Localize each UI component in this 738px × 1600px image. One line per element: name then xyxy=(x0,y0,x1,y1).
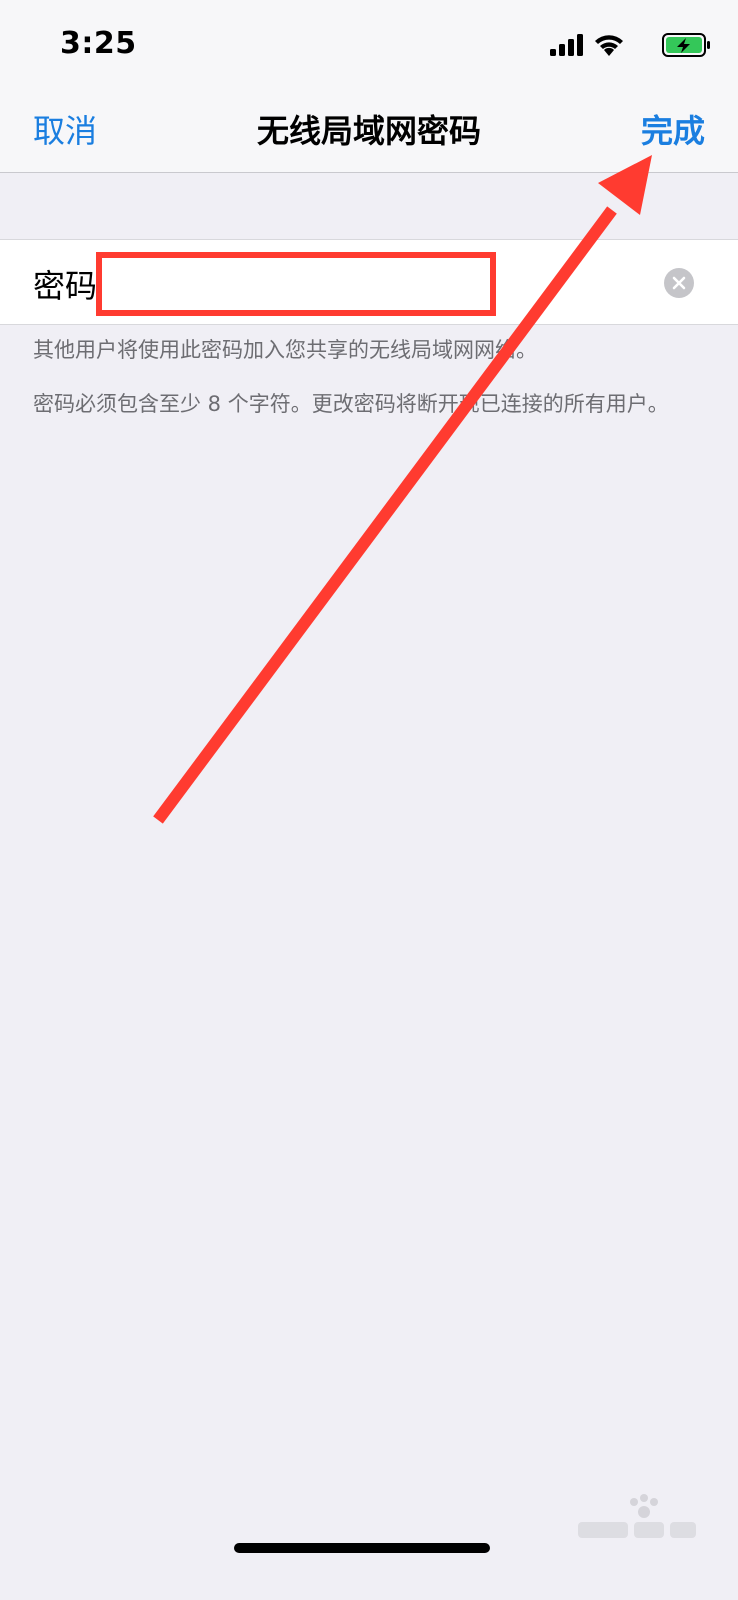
clear-button[interactable] xyxy=(664,268,694,298)
share-info-text: 其他用户将使用此密码加入您共享的无线局域网网络。 xyxy=(33,338,537,362)
done-button[interactable]: 完成 xyxy=(641,106,705,152)
battery-charging-icon xyxy=(662,33,710,57)
navigation-bar: 取消 无线局域网密码 完成 xyxy=(0,90,738,173)
password-cell: 密码 xyxy=(0,239,738,325)
clear-icon xyxy=(672,276,686,290)
page-title: 无线局域网密码 xyxy=(256,112,481,150)
watermark-logo xyxy=(578,1494,696,1538)
home-indicator[interactable] xyxy=(234,1543,490,1553)
password-label: 密码 xyxy=(33,267,98,305)
status-time: 3:25 xyxy=(60,26,137,61)
password-input[interactable] xyxy=(105,254,485,308)
wifi-password-screen: 3:25 取消 无线局域网密码 完成 密码 其他用户将使用此密码加入您共享的无线… xyxy=(0,0,738,1600)
wifi-icon xyxy=(595,35,623,56)
signal-bars-icon xyxy=(550,34,583,56)
password-requirement-text: 密码必须包含至少 8 个字符。更改密码将断开现已连接的所有用户。 xyxy=(33,392,669,416)
status-bar: 3:25 xyxy=(0,0,738,90)
